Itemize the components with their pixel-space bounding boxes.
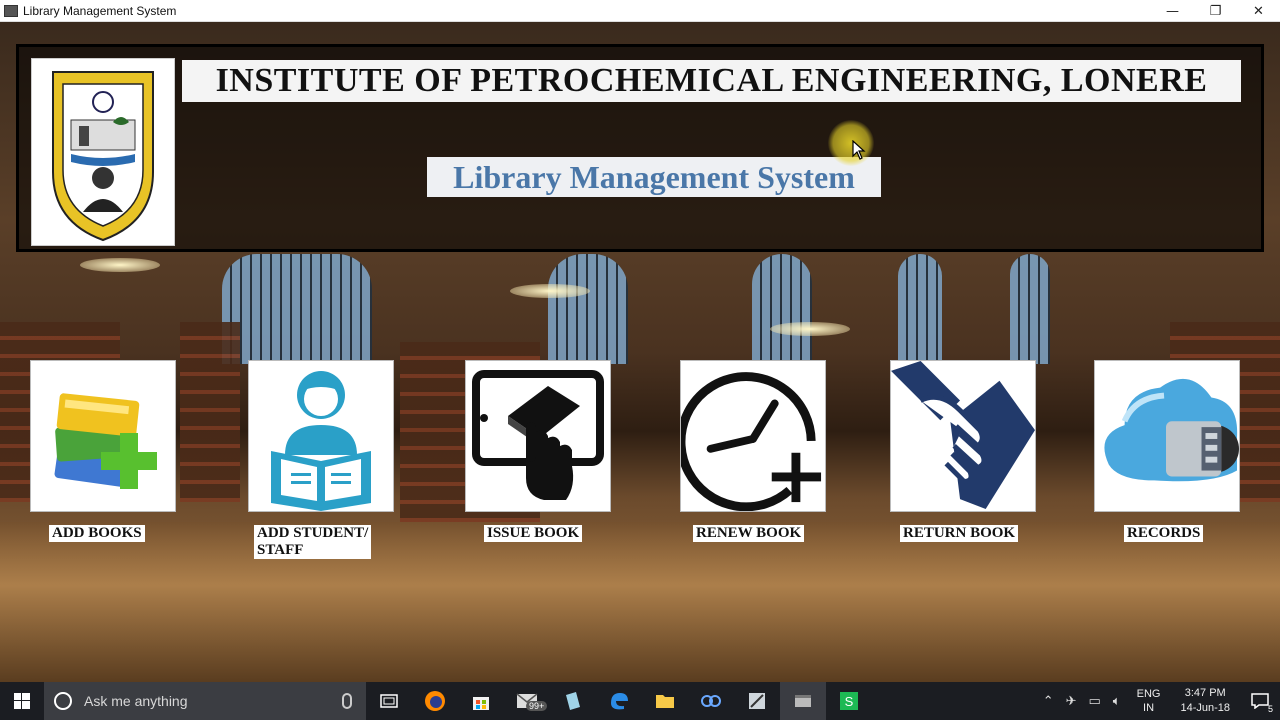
battery-icon[interactable]: ▭	[1089, 694, 1101, 709]
network-icon[interactable]: ✈	[1066, 694, 1077, 709]
tools-icon	[749, 693, 765, 709]
background-bookshelf	[180, 322, 240, 502]
taskbar-edge[interactable]	[596, 682, 642, 720]
edge-icon	[611, 693, 628, 710]
return-book-button[interactable]	[890, 360, 1036, 512]
app-window-icon	[4, 4, 18, 17]
taskbar-store[interactable]	[458, 682, 504, 720]
system-title: Library Management System	[427, 157, 881, 197]
taskbar-app2[interactable]	[688, 682, 734, 720]
background-window	[1010, 254, 1050, 364]
background-chandelier	[770, 322, 850, 336]
link-icon	[701, 695, 721, 707]
firefox-icon	[425, 691, 445, 711]
language-code: ENG	[1136, 688, 1161, 700]
issue-book-button[interactable]	[465, 360, 611, 512]
taskbar-mail[interactable]: 99+	[504, 682, 550, 720]
add-books-button[interactable]	[30, 360, 176, 512]
taskbar-green-app[interactable]: S	[826, 682, 872, 720]
window-app-icon	[795, 695, 811, 707]
institute-title: INSTITUTE OF PETROCHEMICAL ENGINEERING, …	[182, 60, 1241, 102]
mail-badge: 99+	[526, 701, 548, 711]
windows-logo-icon	[14, 693, 30, 709]
issue-book-label: ISSUE BOOK	[484, 525, 583, 542]
task-view-button[interactable]	[366, 682, 412, 720]
mouse-cursor-icon	[852, 139, 866, 164]
taskbar-file-explorer[interactable]	[642, 682, 688, 720]
renew-book-button[interactable]	[680, 360, 826, 512]
microphone-icon[interactable]	[342, 693, 352, 709]
svg-text:S: S	[845, 694, 854, 709]
notification-count: 5	[1267, 704, 1273, 714]
renew-clock-icon	[681, 372, 822, 511]
task-view-icon	[380, 694, 398, 708]
records-label: RECORDS	[1124, 525, 1204, 542]
return-book-label: RETURN BOOK	[900, 525, 1019, 542]
window-title: Library Management System	[23, 3, 177, 18]
add-student-staff-button[interactable]	[248, 360, 394, 512]
windows-taskbar: Ask me anything 99+ S ⌃ ✈ ▭ 🔈︎ ENG IN 3:…	[0, 682, 1280, 720]
restore-button[interactable]: ❐	[1194, 0, 1237, 22]
background-chandelier	[80, 258, 160, 272]
add-student-label-line2: STAFF	[257, 542, 304, 558]
store-icon	[473, 697, 489, 710]
add-student-label: ADD STUDENT/ STAFF	[254, 525, 372, 559]
clock[interactable]: 3:47 PM 14-Jun-18	[1180, 686, 1230, 716]
input-language[interactable]: ENG IN	[1137, 687, 1161, 715]
renew-book-label: RENEW BOOK	[693, 525, 805, 542]
records-button[interactable]	[1094, 360, 1240, 512]
close-button[interactable]: ✕	[1237, 0, 1280, 22]
return-book-icon	[891, 361, 1035, 511]
cortana-icon	[54, 692, 72, 710]
student-reading-icon	[271, 371, 371, 511]
add-books-label: ADD BOOKS	[49, 525, 145, 542]
window-titlebar: Library Management System — ❐ ✕	[0, 0, 1280, 22]
app-icon	[566, 692, 580, 710]
add-books-icon	[54, 393, 157, 489]
notification-icon	[1251, 693, 1269, 709]
background-chandelier	[510, 284, 590, 298]
cursor-highlight	[828, 120, 874, 166]
folder-icon	[656, 695, 674, 708]
background-window	[898, 254, 942, 364]
volume-icon[interactable]: 🔈︎	[1113, 694, 1121, 709]
issue-book-icon	[472, 370, 604, 500]
background-window	[548, 254, 628, 364]
background-reading-tables	[0, 522, 1280, 682]
minimize-button[interactable]: —	[1151, 0, 1194, 22]
add-student-label-line1: ADD STUDENT/	[257, 525, 369, 541]
action-center-button[interactable]: 5	[1240, 682, 1280, 720]
taskbar-tools[interactable]	[734, 682, 780, 720]
cortana-search-box[interactable]: Ask me anything	[44, 682, 366, 720]
show-hidden-icons-chevron-icon[interactable]: ⌃	[1043, 694, 1054, 709]
background-window	[752, 254, 812, 364]
taskbar-library-app[interactable]	[780, 682, 826, 720]
region-code: IN	[1143, 702, 1155, 714]
background-window	[222, 254, 372, 364]
clock-date: 14-Jun-18	[1180, 702, 1230, 714]
taskbar-firefox[interactable]	[412, 682, 458, 720]
taskbar-app[interactable]	[550, 682, 596, 720]
start-button[interactable]	[0, 682, 44, 720]
green-app-icon: S	[840, 692, 858, 710]
clock-time: 3:47 PM	[1184, 687, 1226, 699]
system-tray: ⌃ ✈ ▭ 🔈︎ ENG IN 3:47 PM 14-Jun-18 5	[1037, 682, 1280, 720]
university-crest-icon	[31, 58, 175, 246]
records-cloud-icon	[1104, 378, 1239, 482]
window-controls: — ❐ ✕	[1151, 0, 1280, 22]
search-placeholder: Ask me anything	[84, 693, 188, 709]
